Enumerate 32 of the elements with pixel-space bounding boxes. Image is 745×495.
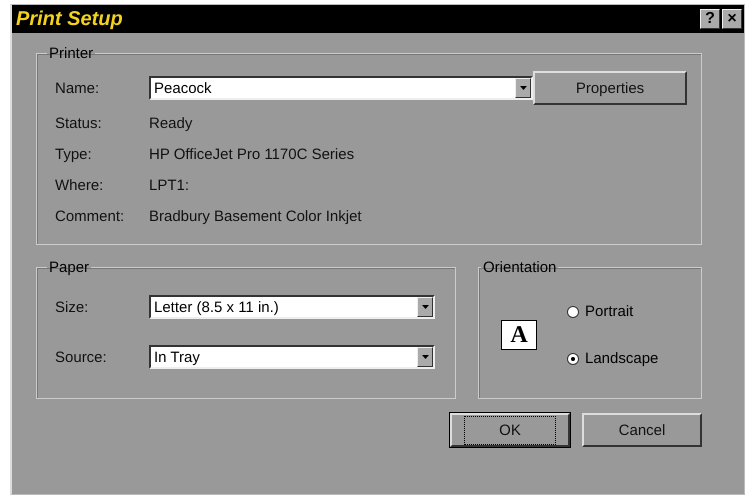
field-label: Source: <box>55 348 108 366</box>
group-label: Printer <box>48 45 94 62</box>
info-value: HP OfficeJet Pro 1170C Series <box>149 146 354 163</box>
info-value: Bradbury Basement Color Inkjet <box>149 208 362 225</box>
dropdown-button[interactable] <box>417 297 433 317</box>
dropdown-arrow-icon <box>422 305 428 309</box>
info-label: Where: <box>55 177 104 194</box>
paper-dropdown[interactable]: In Tray <box>149 345 435 369</box>
dropdown-button[interactable] <box>417 347 433 367</box>
radio-option[interactable]: Portrait <box>567 303 658 320</box>
dropdown-arrow-icon <box>422 355 428 359</box>
info-label: Status: <box>55 115 103 132</box>
help-button[interactable]: ? <box>700 9 720 29</box>
info-value: LPT1: <box>149 177 190 194</box>
ok-button[interactable]: OK <box>450 413 570 447</box>
info-label: Type: <box>55 146 93 163</box>
field-label: Name: <box>55 80 100 96</box>
page-orientation-icon: A <box>501 320 537 350</box>
info-label: Comment: <box>55 208 126 225</box>
field-label: Size: <box>55 298 90 316</box>
dropdown-button[interactable] <box>515 78 531 98</box>
group-label: Orientation <box>482 259 558 276</box>
info-value: Ready <box>149 115 192 132</box>
group-label: Paper <box>48 259 90 276</box>
radio-option[interactable]: Landscape <box>567 350 658 367</box>
window-title: Print Setup <box>16 8 123 30</box>
paper-dropdown[interactable]: Letter (8.5 x 11 in.) <box>149 295 435 319</box>
printer-dropdown[interactable]: Peacock <box>149 76 533 100</box>
properties-button[interactable]: Properties <box>533 71 687 105</box>
close-button[interactable]: × <box>722 9 742 29</box>
cancel-button[interactable]: Cancel <box>582 413 702 447</box>
dropdown-arrow-icon <box>520 86 526 90</box>
